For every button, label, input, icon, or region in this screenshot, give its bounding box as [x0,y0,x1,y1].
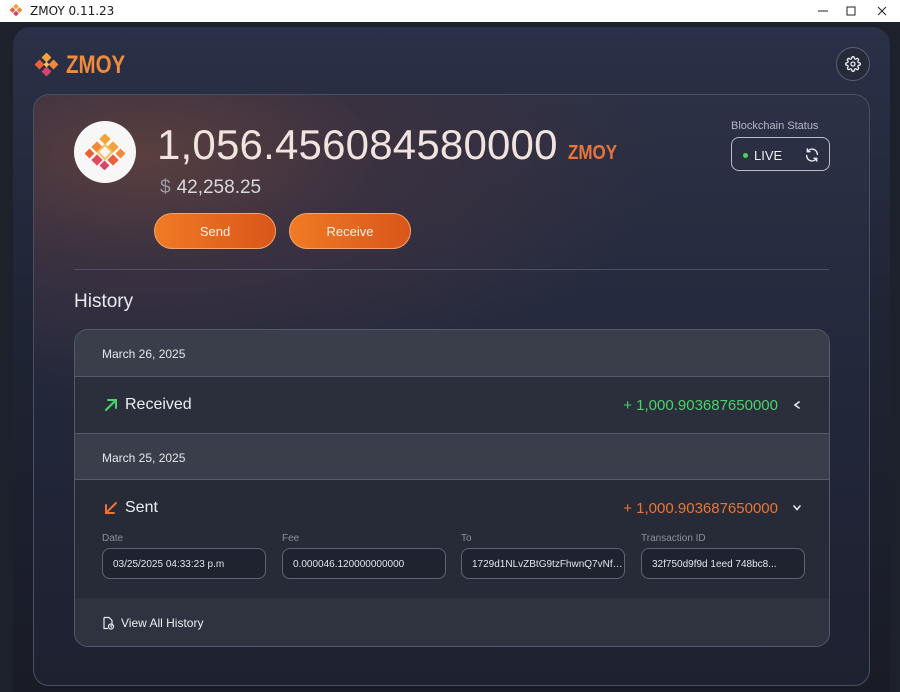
transaction-id-field: Transaction ID 32f750d9f9d 1eed 748bc8..… [641,533,805,579]
fiat-symbol: $ [160,177,171,198]
balance-ticker: ZMOY [567,142,617,164]
field-label: Date [102,533,124,544]
settings-button[interactable] [836,47,870,81]
fiat-balance: $42,258.25 [160,177,261,199]
field-label: Fee [282,533,300,544]
balance-amount: 1,056.456084580000 [157,121,558,168]
blockchain-status-value: LIVE [754,148,783,163]
history-list: March 26, 2025 Received + 1,000.90368765… [74,329,830,647]
minimize-icon [818,10,828,12]
transaction-fee-field: Fee 0.000046.120000000000 [282,533,446,579]
arrow-up-right-icon [105,399,117,411]
live-indicator-dot [743,153,748,158]
maximize-icon [846,6,856,16]
transaction-type: Received [125,396,192,413]
transaction-fee-value[interactable]: 0.000046.120000000000 [282,548,446,579]
zmoy-logo-icon [85,134,125,170]
document-history-icon [103,616,115,630]
transaction-type: Sent [125,499,158,516]
app-window: ZMOY 1,056.456084580000 ZMOY $ 42,258.25… [13,27,890,692]
transaction-id-value[interactable]: 32f750d9f9d 1eed 748bc8... [641,548,805,579]
view-all-history-label: View All History [121,616,204,630]
field-label: Transaction ID [641,533,706,544]
divider [74,269,829,270]
field-label: To [461,533,472,544]
fiat-value: 42,258.25 [176,177,262,198]
wallet-balance: 1,056.456084580000 ZMOY [157,121,625,169]
transaction-to-value[interactable]: 1729d1NLvZBtG9tzFhwnQ7vNfc... [461,548,625,579]
arrow-down-left-icon [105,502,117,514]
transaction-row-sent[interactable]: Sent + 1,000.903687650000 Date 03/25/202… [75,480,829,598]
history-date-header: March 25, 2025 [75,433,829,480]
window-titlebar: ZMOY 0.11.23 [0,0,900,22]
transaction-date-value[interactable]: 03/25/2025 04:33:23 p.m [102,548,266,579]
history-date: March 26, 2025 [102,347,186,361]
blockchain-status: LIVE [731,137,830,171]
close-icon [877,6,887,16]
wallet-card: 1,056.456084580000 ZMOY $42,258.25 Send … [33,94,870,686]
transaction-to-field: To 1729d1NLvZBtG9tzFhwnQ7vNfc... [461,533,625,579]
brand-name: ZMOY [66,51,126,79]
wallet-avatar [74,121,136,183]
chevron-left-icon[interactable] [791,399,803,411]
zmoy-logo-icon [34,52,59,76]
transaction-amount: + 1,000.903687650000 [623,500,778,517]
close-button[interactable] [865,0,899,22]
brand-logo: ZMOY [32,51,138,80]
chevron-down-icon[interactable] [791,502,803,514]
transaction-amount: + 1,000.903687650000 [623,397,778,414]
blockchain-status-label: Blockchain Status [731,120,819,132]
window-title: ZMOY 0.11.23 [30,4,115,18]
zmoy-logo-icon [9,4,23,17]
app-frame: ZMOY 1,056.456084580000 ZMOY $ 42,258.25… [0,22,900,692]
transaction-row-received[interactable]: Received + 1,000.903687650000 [75,377,829,433]
view-all-history-button[interactable]: View All History [75,598,829,646]
maximize-button[interactable] [834,0,868,22]
history-title: History [74,291,134,312]
gear-icon [845,56,861,72]
history-date-header: March 26, 2025 [75,330,829,377]
refresh-icon[interactable] [804,147,820,163]
transaction-date-field: Date 03/25/2025 04:33:23 p.m [102,533,266,579]
send-button[interactable]: Send [154,213,276,249]
history-date: March 25, 2025 [102,451,186,465]
receive-button[interactable]: Receive [289,213,411,249]
